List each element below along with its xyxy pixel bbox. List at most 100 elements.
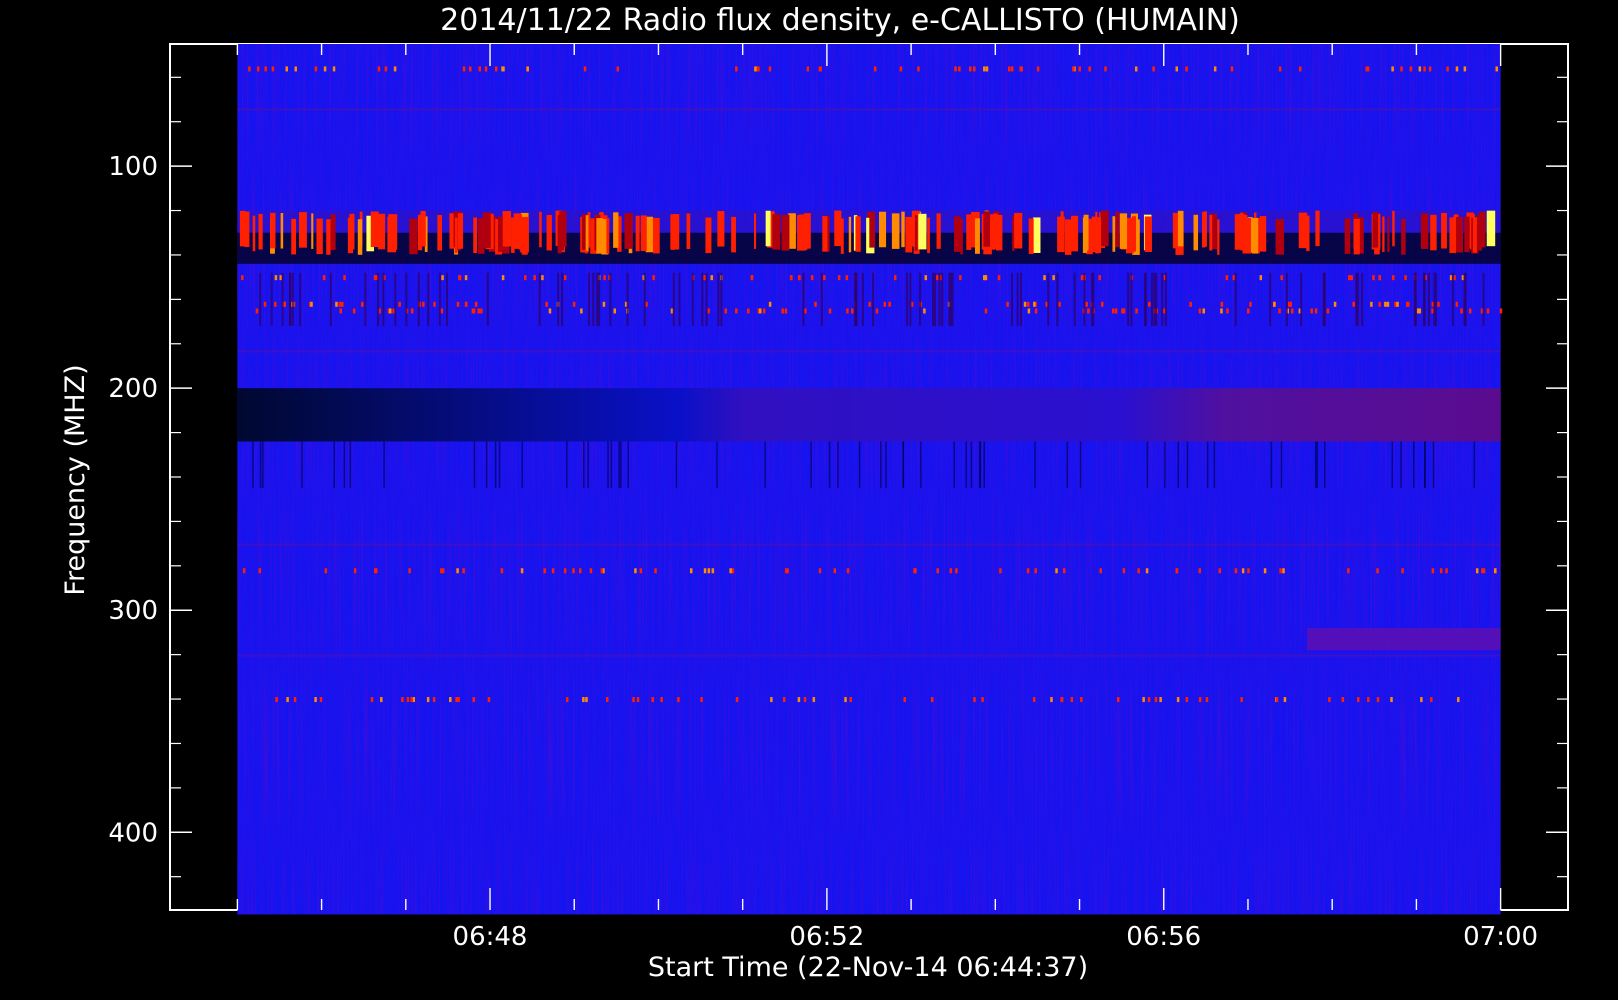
streak	[259, 441, 262, 489]
burst-spike	[1392, 210, 1395, 247]
rfi-tick	[1481, 568, 1484, 574]
rfi-tick	[1023, 301, 1027, 307]
rfi-tick	[833, 568, 837, 574]
rfi-tick	[314, 697, 317, 703]
rfi-tick	[1445, 568, 1448, 574]
spike-line	[1016, 272, 1019, 327]
rfi-tick	[930, 697, 934, 703]
rfi-tick	[433, 301, 436, 307]
rfi-tick	[1198, 697, 1202, 703]
streak	[1432, 441, 1435, 489]
rfi-tick	[1278, 308, 1281, 314]
spike-line	[270, 272, 273, 327]
rfi-tick	[353, 568, 357, 574]
rfi-tick	[983, 66, 986, 72]
rfi-tick	[1234, 568, 1238, 574]
rfi-tick	[1036, 66, 1040, 72]
streak	[828, 441, 831, 489]
rfi-tick	[422, 301, 425, 307]
spike-line	[1269, 272, 1272, 327]
rfi-tick	[888, 301, 891, 307]
rfi-tick	[985, 66, 989, 72]
rfi-tick	[449, 697, 452, 703]
streak	[521, 441, 523, 489]
streak	[1034, 441, 1036, 489]
rfi-tick	[1367, 697, 1370, 703]
rfi-tick	[441, 275, 444, 281]
burst-spike	[326, 219, 331, 255]
rfi-tick	[1495, 66, 1498, 72]
band-dark	[237, 254, 1501, 264]
y-tick-label: 200	[108, 374, 158, 404]
x-tick-label: 06:56	[1126, 922, 1201, 952]
rfi-tick	[1104, 66, 1107, 72]
rfi-tick	[818, 66, 822, 72]
rfi-tick	[660, 697, 663, 703]
y-axis-label: Frequency (MHZ)	[60, 364, 91, 595]
spike-line	[1047, 272, 1050, 327]
rfi-tick	[1072, 66, 1075, 72]
rfi-tick	[478, 66, 482, 72]
rfi-tick	[1159, 697, 1162, 703]
rfi-tick	[1378, 275, 1382, 281]
rfi-tick	[458, 275, 462, 281]
rfi-tick	[600, 568, 604, 574]
rfi-tick	[1468, 308, 1472, 314]
streak	[252, 441, 254, 489]
spike-line	[417, 272, 420, 327]
rfi-tick	[1437, 301, 1440, 307]
rfi-tick	[823, 275, 826, 281]
rfi-tick	[323, 66, 327, 72]
rfi-tick	[1273, 301, 1276, 307]
burst-spike	[996, 214, 1003, 251]
rfi-tick	[487, 697, 491, 703]
rfi-tick	[1088, 66, 1091, 72]
rfi-tick	[1283, 697, 1287, 703]
spectrogram-chart: 2014/11/22 Radio flux density, e-CALLIST…	[60, 3, 1569, 983]
rfi-tick	[1220, 301, 1224, 307]
rfi-tick	[1116, 697, 1120, 703]
rfi-tick	[1147, 697, 1151, 703]
rfi-tick	[582, 697, 585, 703]
rfi-tick	[913, 568, 916, 574]
spike-line	[538, 272, 541, 327]
rfi-tick	[1099, 568, 1102, 574]
streak	[1316, 441, 1318, 489]
rfi-tick	[1439, 568, 1443, 574]
burst-spike	[1472, 217, 1477, 253]
burst-spike	[511, 217, 515, 253]
burst-spike	[613, 212, 619, 248]
rfi-tick	[747, 308, 750, 314]
streak	[953, 441, 955, 489]
rfi-tick	[456, 301, 460, 307]
rfi-tick	[1008, 66, 1011, 72]
rfi-tick	[613, 308, 617, 314]
rfi-tick	[255, 308, 259, 314]
rfi-tick	[271, 66, 275, 72]
burst-spike	[1028, 218, 1034, 255]
rfi-tick	[1396, 301, 1399, 307]
burst-spike	[409, 218, 418, 255]
rfi-tick	[798, 275, 801, 281]
rfi-tick	[1376, 568, 1379, 574]
spike-line	[394, 272, 397, 327]
burst-spike	[420, 210, 426, 247]
rfi-tick	[1185, 66, 1188, 72]
rfi-tick	[1391, 66, 1394, 72]
rfi-tick	[248, 66, 251, 72]
rfi-tick	[949, 568, 953, 574]
rfi-tick	[837, 275, 841, 281]
burst-spike	[482, 212, 491, 248]
rfi-tick	[845, 275, 849, 281]
streak	[1066, 441, 1068, 489]
burst-spike	[797, 215, 806, 251]
rfi-tick	[1226, 308, 1229, 314]
spike-line	[1153, 272, 1156, 327]
rfi-tick	[790, 275, 793, 281]
burst-spike	[1387, 216, 1390, 252]
rfi-tick	[735, 308, 738, 314]
streak	[587, 441, 589, 489]
rfi-tick	[494, 66, 498, 72]
rfi-tick	[1052, 275, 1055, 281]
streak	[880, 441, 882, 489]
